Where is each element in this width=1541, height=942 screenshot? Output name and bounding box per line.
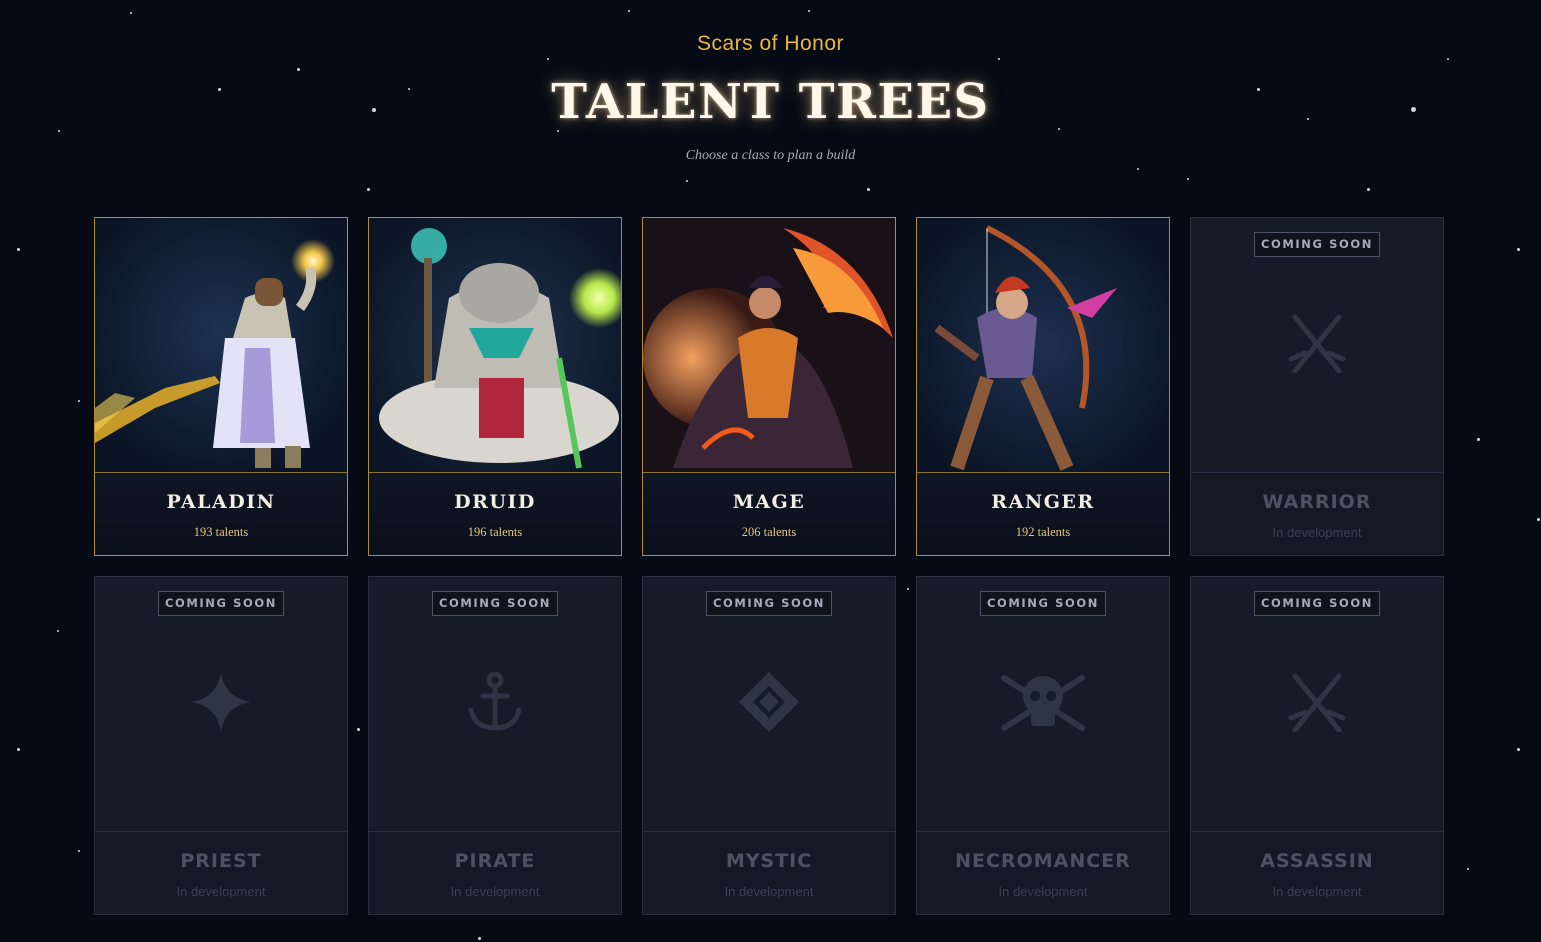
class-card-druid[interactable]: DRUID 196 talents bbox=[368, 217, 622, 556]
coming-soon-badge: COMING SOON bbox=[706, 591, 832, 616]
crossed-swords-icon bbox=[1288, 673, 1346, 732]
talent-count: 196 talents bbox=[467, 525, 523, 539]
class-name: PIRATE bbox=[454, 850, 536, 872]
talent-count: 193 talents bbox=[193, 525, 249, 539]
class-name: NECROMANCER bbox=[955, 850, 1131, 872]
diamond-icon bbox=[739, 672, 799, 732]
class-name: PRIEST bbox=[180, 850, 262, 872]
class-card-assassin: COMING SOON ASSASSIN In development bbox=[1190, 576, 1444, 915]
page-tagline: Choose a class to plan a build bbox=[685, 148, 856, 163]
class-card-paladin[interactable]: PALADIN 193 talents bbox=[94, 217, 348, 556]
anchor-icon bbox=[468, 672, 522, 731]
class-name: MYSTIC bbox=[725, 850, 813, 872]
four-point-star-icon bbox=[191, 672, 251, 732]
class-name: ASSASSIN bbox=[1260, 850, 1374, 872]
class-status: In development bbox=[1272, 884, 1362, 899]
class-card-mystic: COMING SOON MYSTIC In development bbox=[642, 576, 896, 915]
paladin-portrait bbox=[95, 218, 347, 473]
class-card-pirate: COMING SOON PIRATE In development bbox=[368, 576, 622, 915]
class-name: DRUID bbox=[454, 491, 536, 513]
page-title: TALENT TREES bbox=[551, 74, 990, 130]
class-card-priest: COMING SOON PRIEST In development bbox=[94, 576, 348, 915]
class-card-necromancer: COMING SOON NECROMANCER In development bbox=[916, 576, 1170, 915]
class-status: In development bbox=[724, 884, 814, 899]
mage-portrait bbox=[643, 218, 895, 473]
class-status: In development bbox=[450, 884, 540, 899]
talent-count: 206 talents bbox=[741, 525, 797, 539]
class-name: MAGE bbox=[732, 491, 806, 513]
class-name: WARRIOR bbox=[1262, 491, 1372, 513]
class-name: PALADIN bbox=[166, 491, 276, 513]
class-card-mage[interactable]: MAGE 206 talents bbox=[642, 217, 896, 556]
crossed-swords-icon bbox=[1288, 314, 1346, 373]
class-status: In development bbox=[176, 884, 266, 899]
coming-soon-badge: COMING SOON bbox=[432, 591, 558, 616]
druid-portrait bbox=[369, 218, 621, 473]
skull-crossbones-icon bbox=[1001, 675, 1085, 731]
coming-soon-badge: COMING SOON bbox=[158, 591, 284, 616]
class-card-ranger[interactable]: RANGER 192 talents bbox=[916, 217, 1170, 556]
talent-count: 192 talents bbox=[1015, 525, 1071, 539]
coming-soon-badge: COMING SOON bbox=[980, 591, 1106, 616]
class-card-warrior: COMING SOON WARRIOR In development bbox=[1190, 217, 1444, 556]
game-title: Scars of Honor bbox=[696, 32, 845, 55]
coming-soon-badge: COMING SOON bbox=[1254, 591, 1380, 616]
class-status: In development bbox=[1272, 525, 1362, 540]
ranger-portrait bbox=[917, 218, 1169, 473]
class-name: RANGER bbox=[991, 491, 1095, 513]
class-status: In development bbox=[998, 884, 1088, 899]
coming-soon-badge: COMING SOON bbox=[1254, 232, 1380, 257]
